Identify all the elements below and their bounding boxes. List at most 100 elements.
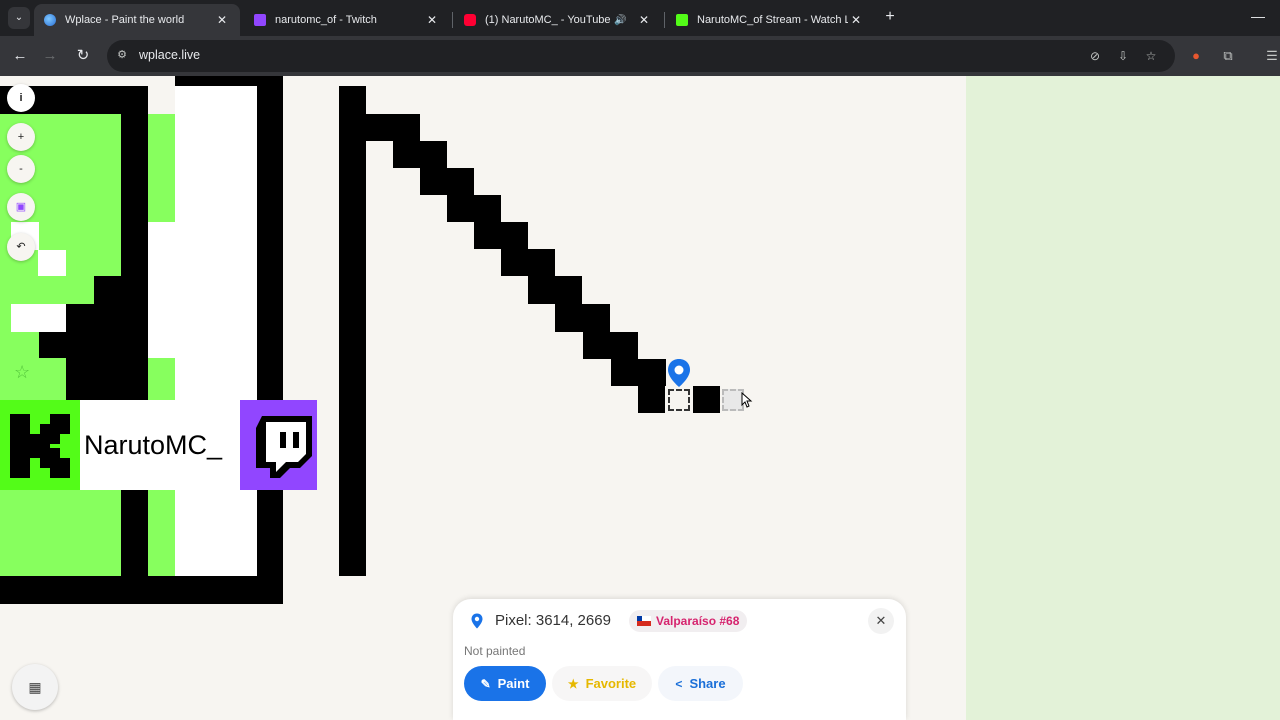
pixel-art [0, 576, 283, 604]
url-text[interactable]: wplace.live [139, 48, 200, 62]
pixel-art [693, 386, 720, 413]
reload-button[interactable]: ↻ [71, 44, 95, 68]
minimize-button[interactable]: — [1250, 6, 1266, 28]
pixel-info-panel: Pixel: 3614, 2669 Valparaíso #68 ✕ Not p… [453, 599, 906, 720]
speaker-icon[interactable]: 🔊 [614, 15, 630, 26]
wplace-canvas[interactable]: NarutoMC_ i + - ▣ ↶ ☆ ▦ Pixel: 3614, 266… [0, 76, 1280, 720]
palette-icon: ▦ [28, 679, 42, 695]
pixel-art [66, 304, 94, 400]
new-tab-button[interactable]: + [880, 6, 900, 28]
zoom-in-button[interactable]: + [7, 123, 35, 151]
address-bar[interactable]: ⚙ wplace.live ⊘ ⇩ ☆ [107, 40, 1175, 72]
zoom-out-button[interactable]: - [7, 155, 35, 183]
pixel-art [447, 195, 501, 222]
share-label: Share [689, 676, 726, 691]
chile-flag-icon [637, 616, 651, 626]
pixel-art [501, 249, 555, 276]
share-button[interactable]: < Share [658, 666, 743, 701]
pixel-art [11, 304, 66, 332]
twitch-icon [254, 14, 266, 26]
pixel-art [611, 359, 666, 386]
close-panel-button[interactable]: ✕ [868, 608, 894, 634]
pixel-art [366, 114, 420, 141]
location-pin-icon [668, 359, 690, 387]
pixel-art [175, 76, 283, 86]
tab-search-button[interactable]: ⌄ [8, 7, 30, 29]
pixel-art [39, 358, 66, 400]
pixel-art [148, 358, 175, 400]
menu-icon[interactable]: ☰ [1262, 46, 1280, 66]
streamer-name-banner: NarutoMC_ [80, 400, 240, 490]
site-info-icon[interactable]: ⚙ [115, 48, 129, 62]
brush-icon: ✎ [480, 676, 491, 691]
tab-kick[interactable]: NarutoMC_of Stream - Watch L ✕ [666, 4, 874, 36]
install-app-icon[interactable]: ⇩ [1115, 48, 1131, 64]
mouse-cursor-icon [741, 392, 753, 408]
browser-toolbar: ← → ↻ ⚙ wplace.live ⊘ ⇩ ☆ ● ⧉ ☰ [0, 36, 1280, 76]
pixel-art [121, 114, 148, 576]
star-icon: ☆ [14, 362, 31, 382]
region-badge[interactable]: Valparaíso #68 [629, 610, 748, 632]
pixel-art [175, 86, 257, 400]
kick-logo [0, 400, 80, 490]
tab-title: NarutoMC_of Stream - Watch L [697, 14, 848, 26]
map-land-area [966, 76, 1280, 720]
tab-title: narutomc_of - Twitch [275, 14, 377, 26]
paint-label: Paint [497, 676, 530, 691]
pixel-art [583, 332, 638, 359]
favorite-button[interactable]: ★ Favorite [552, 666, 652, 701]
pixel-art [175, 490, 257, 576]
globe-icon [44, 14, 56, 26]
close-icon[interactable]: ✕ [214, 13, 230, 27]
pixel-art [393, 141, 447, 168]
extensions-icon[interactable]: ⧉ [1218, 46, 1238, 66]
youtube-icon [464, 14, 476, 26]
pixel-art [148, 114, 175, 222]
tab-youtube[interactable]: (1) NarutoMC_ - YouTube 🔊 ✕ [454, 4, 662, 36]
tab-separator [664, 12, 665, 28]
tab-wplace[interactable]: Wplace - Paint the world ✕ [34, 4, 240, 36]
pixel-art [339, 86, 366, 576]
pixel-coordinates: Pixel: 3614, 2669 [495, 612, 611, 629]
tab-title: (1) NarutoMC_ - YouTube [485, 14, 611, 26]
share-icon: < [675, 676, 683, 691]
paint-button[interactable]: ✎ Paint [464, 666, 546, 701]
pixel-art [38, 250, 66, 276]
pixel-art [420, 168, 474, 195]
close-icon[interactable]: ✕ [424, 13, 440, 27]
kick-icon [676, 14, 688, 26]
pixel-art [0, 490, 121, 576]
region-label: Valparaíso #68 [656, 614, 740, 628]
tab-title: Wplace - Paint the world [65, 14, 185, 26]
tab-twitch[interactable]: narutomc_of - Twitch ✕ [244, 4, 450, 36]
eye-off-icon[interactable]: ⊘ [1087, 48, 1103, 64]
pixel-art [148, 490, 175, 576]
back-button[interactable]: ← [8, 44, 32, 68]
extension-fire-icon[interactable]: ● [1186, 46, 1206, 66]
star-icon: ★ [567, 676, 579, 691]
tab-strip: ⌄ Wplace - Paint the world ✕ narutomc_of… [0, 0, 1280, 36]
location-pin-icon [471, 613, 483, 629]
close-icon[interactable]: ✕ [636, 13, 652, 27]
twitch-logo [240, 400, 317, 490]
favorite-label: Favorite [585, 676, 637, 691]
pixel-art [148, 222, 175, 358]
pixel-art [528, 276, 582, 304]
undo-icon: ↶ [16, 241, 26, 253]
pixel-art [555, 304, 610, 332]
close-icon[interactable]: ✕ [848, 13, 864, 27]
twitch-button[interactable]: ▣ [7, 193, 35, 221]
selected-pixel[interactable] [668, 389, 690, 411]
palette-button[interactable]: ▦ [12, 664, 58, 710]
pixel-status: Not painted [464, 644, 526, 658]
forward-button[interactable]: → [38, 44, 62, 68]
info-button[interactable]: i [7, 84, 35, 112]
bookmark-star-icon[interactable]: ☆ [1143, 48, 1159, 64]
pixel-art [474, 222, 528, 249]
pixel-art [94, 276, 121, 400]
pixel-art [638, 386, 665, 413]
pixel-art [0, 276, 94, 304]
pixel-art [0, 304, 11, 400]
undo-button[interactable]: ↶ [7, 233, 35, 261]
tab-separator [452, 12, 453, 28]
